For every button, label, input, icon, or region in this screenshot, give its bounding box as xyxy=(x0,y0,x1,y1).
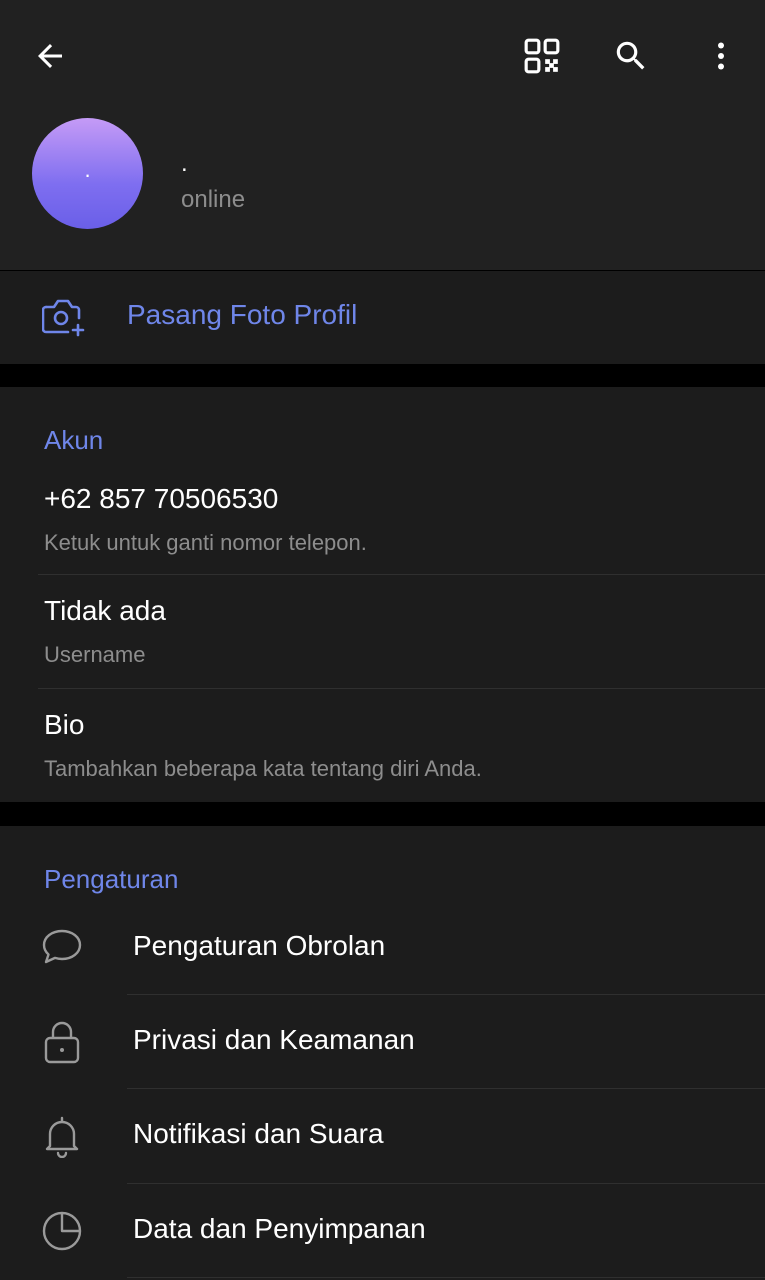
qr-code-icon xyxy=(524,38,560,74)
set-profile-photo-button[interactable]: Pasang Foto Profil xyxy=(0,271,765,364)
settings-section: Pengaturan Pengaturan Obrolan Privasi da… xyxy=(0,826,765,1280)
avatar[interactable]: . xyxy=(32,118,143,229)
clock-pie-icon xyxy=(42,1211,82,1251)
arrow-left-icon xyxy=(38,44,62,68)
settings-item-label: Notifikasi dan Suara xyxy=(133,1118,384,1149)
qr-code-button[interactable] xyxy=(514,28,570,84)
settings-item-data[interactable]: Data dan Penyimpanan xyxy=(0,1183,765,1277)
settings-item-label: Privasi dan Keamanan xyxy=(133,1024,415,1055)
top-app-bar xyxy=(0,0,765,110)
username-label: Username xyxy=(44,642,146,667)
settings-section-title: Pengaturan xyxy=(44,864,179,894)
divider xyxy=(127,1277,765,1278)
profile-status: online xyxy=(181,186,246,213)
settings-item-label: Data dan Penyimpanan xyxy=(133,1213,426,1244)
phone-number-item[interactable]: +62 857 70506530 Ketuk untuk ganti nomor… xyxy=(0,467,765,575)
search-icon xyxy=(616,41,645,70)
back-button[interactable] xyxy=(22,28,78,84)
more-vertical-icon xyxy=(718,42,724,70)
username-item[interactable]: Tidak ada Username xyxy=(0,575,765,689)
camera-add-icon xyxy=(42,299,85,337)
more-options-button[interactable] xyxy=(693,28,749,84)
set-profile-photo-label: Pasang Foto Profil xyxy=(127,299,358,330)
bio-value: Bio xyxy=(44,709,85,740)
search-button[interactable] xyxy=(603,28,659,84)
settings-item-label: Pengaturan Obrolan xyxy=(133,930,386,961)
settings-item-chat[interactable]: Pengaturan Obrolan xyxy=(0,900,765,994)
lock-icon xyxy=(44,1021,80,1064)
chat-bubble-icon xyxy=(42,929,82,964)
username-value: Tidak ada xyxy=(44,595,166,626)
account-section: Akun +62 857 70506530 Ketuk untuk ganti … xyxy=(0,387,765,802)
bell-icon xyxy=(45,1116,79,1158)
account-section-title: Akun xyxy=(44,425,104,455)
bio-hint: Tambahkan beberapa kata tentang diri And… xyxy=(44,756,482,781)
settings-item-notifications[interactable]: Notifikasi dan Suara xyxy=(0,1088,765,1182)
phone-number: +62 857 70506530 xyxy=(44,483,279,514)
bio-item[interactable]: Bio Tambahkan beberapa kata tentang diri… xyxy=(0,689,765,802)
settings-item-privacy[interactable]: Privasi dan Keamanan xyxy=(0,994,765,1088)
profile-header: . . online xyxy=(0,110,765,270)
avatar-initial: . xyxy=(84,156,91,182)
phone-number-hint: Ketuk untuk ganti nomor telepon. xyxy=(44,530,367,555)
profile-name: . xyxy=(181,150,188,177)
